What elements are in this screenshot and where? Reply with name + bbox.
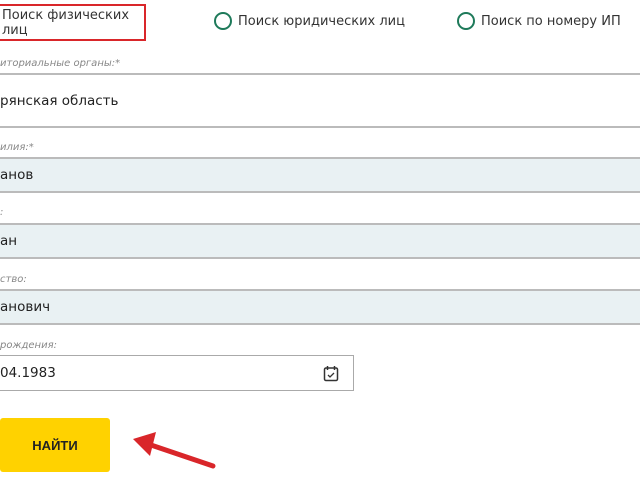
red-arrow-annotation — [133, 432, 216, 469]
